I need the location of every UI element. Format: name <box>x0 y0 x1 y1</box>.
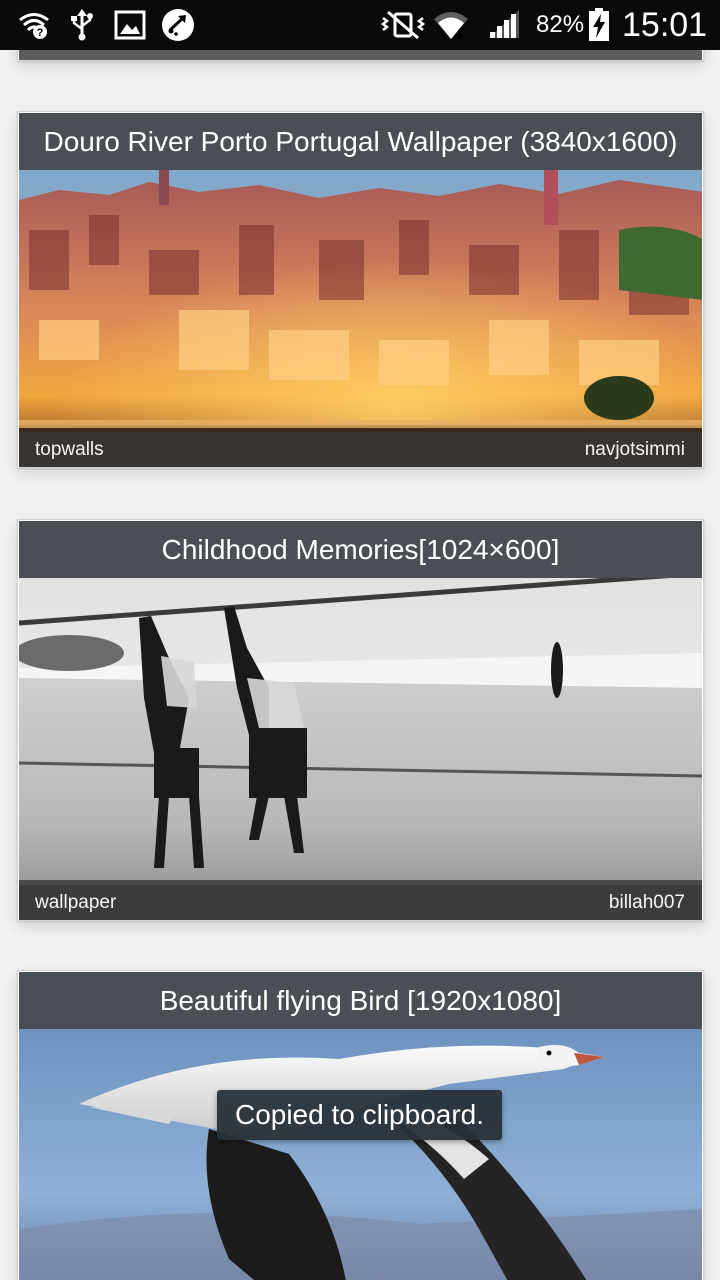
wallpaper-card[interactable]: Childhood Memories[1024×600] wallpaper b… <box>17 519 704 921</box>
wallpaper-title: Douro River Porto Portugal Wallpaper (38… <box>19 113 702 170</box>
wallpaper-category[interactable]: wallpaper <box>35 892 116 914</box>
wallpaper-image[interactable] <box>19 578 702 920</box>
wallpaper-category[interactable]: topwalls <box>35 439 104 461</box>
wallpaper-image[interactable] <box>19 1029 702 1280</box>
card-footer <box>19 50 702 60</box>
battery-charging-icon <box>586 0 612 50</box>
wallpaper-user[interactable]: navjotsimmi <box>585 439 685 461</box>
battery-percent: 82% <box>536 11 585 38</box>
image-icon <box>113 0 147 50</box>
wallpaper-card-previous[interactable] <box>17 50 704 61</box>
usb-icon <box>68 0 96 50</box>
wifi-question-icon: ? <box>16 0 52 50</box>
vibrate-mute-icon <box>380 0 426 50</box>
svg-text:?: ? <box>37 27 44 39</box>
wifi-icon <box>432 0 470 50</box>
card-footer: wallpaper billah007 <box>19 885 702 920</box>
wallpaper-card[interactable]: Douro River Porto Portugal Wallpaper (38… <box>17 111 704 468</box>
wallpaper-title: Beautiful flying Bird [1920x1080] <box>19 972 702 1029</box>
clock: 15:01 <box>622 5 708 44</box>
wallpaper-user[interactable]: billah007 <box>609 892 685 914</box>
wallpaper-title: Childhood Memories[1024×600] <box>19 521 702 578</box>
card-footer: topwalls navjotsimmi <box>19 432 702 467</box>
sync-icon <box>160 0 196 50</box>
cell-signal-icon <box>486 0 522 50</box>
toast-message: Copied to clipboard. <box>217 1090 502 1140</box>
wallpaper-image[interactable] <box>19 170 702 467</box>
status-bar: ? 82% 15:01 <box>0 0 720 50</box>
